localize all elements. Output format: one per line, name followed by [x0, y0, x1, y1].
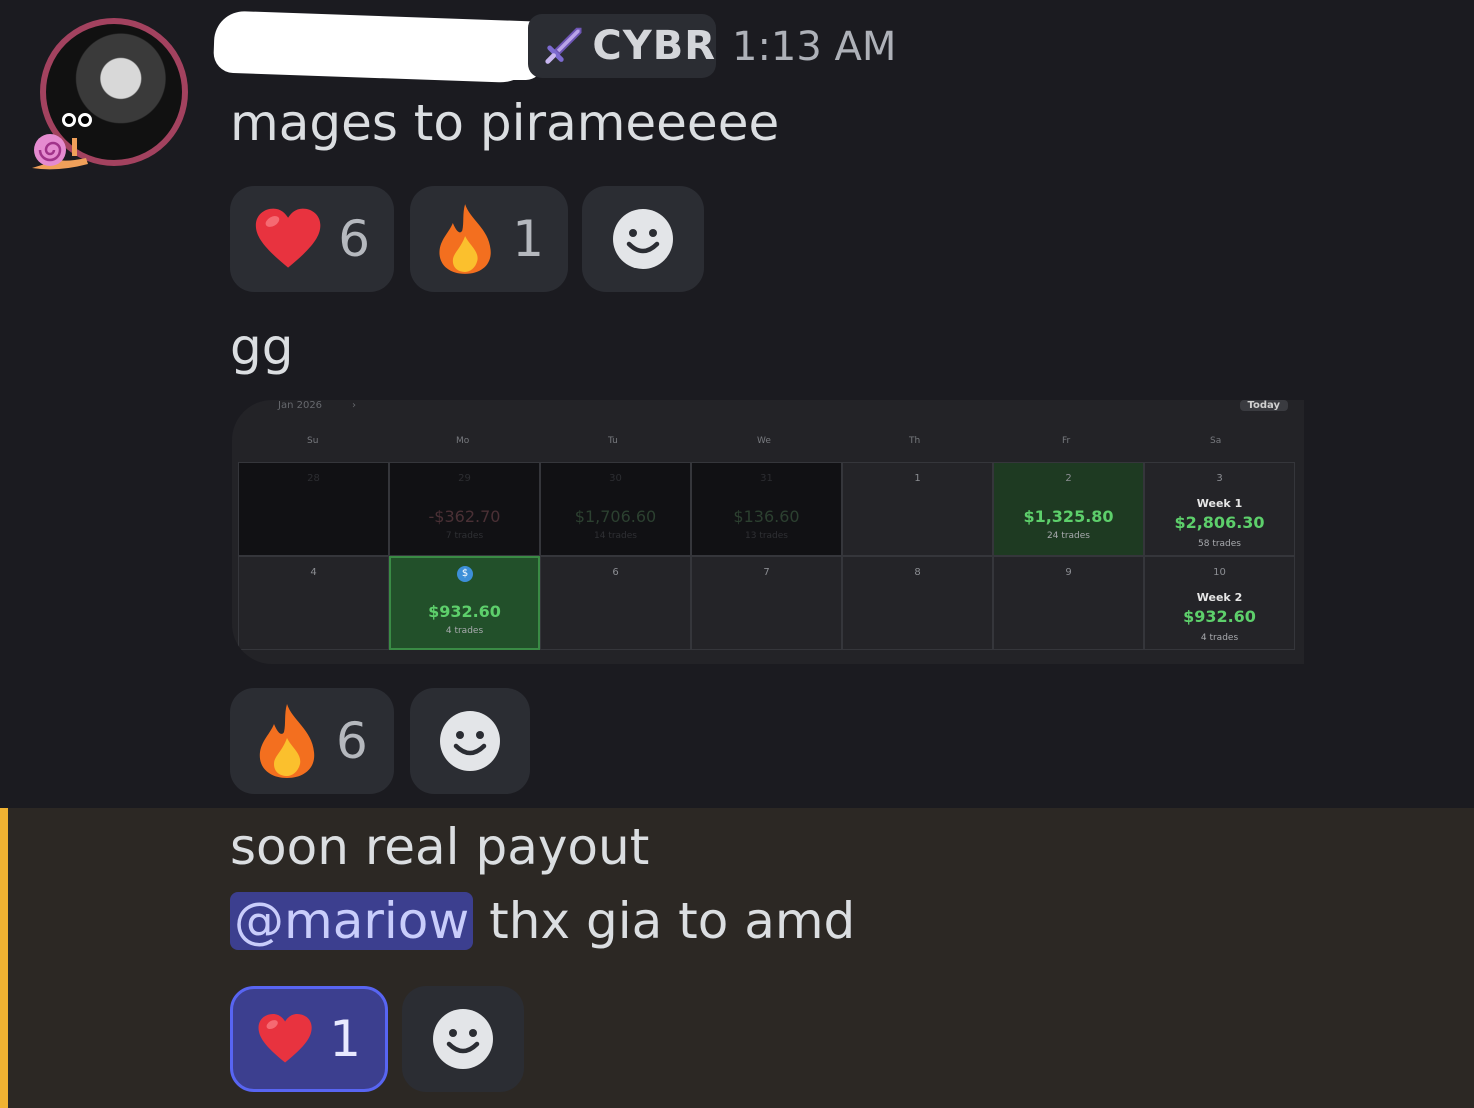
day-number: 30: [609, 473, 622, 484]
calendar-day-cell: 2 $1,325.80 24 trades: [993, 462, 1144, 556]
snail-decoration-icon: [32, 134, 88, 170]
day-of-week: Th: [909, 436, 921, 446]
reaction-heart[interactable]: 6: [230, 186, 394, 292]
day-number: 10: [1213, 567, 1226, 578]
calendar-day-cell: 6: [540, 556, 691, 650]
calendar-day-cell: 9: [993, 556, 1144, 650]
add-reaction-button[interactable]: [582, 186, 704, 292]
calendar-day-cell: 4: [238, 556, 389, 650]
smiley-add-reaction-icon: [433, 1009, 493, 1069]
day-number: 3: [1216, 473, 1223, 484]
smiley-add-reaction-icon: [613, 209, 673, 269]
message-timestamp: 1:13 AM: [732, 24, 897, 70]
day-number: 31: [760, 473, 773, 484]
day-of-week: Mo: [456, 436, 470, 446]
week-label: Week 2: [1196, 591, 1243, 604]
day-of-week: Sa: [1210, 436, 1222, 446]
heart-icon: [255, 208, 321, 268]
calendar-week-summary: 10 Week 2 $932.60 4 trades: [1144, 556, 1295, 650]
week-trades: 4 trades: [1200, 633, 1239, 643]
calendar-day-cell: 29 -$362.70 7 trades: [389, 462, 540, 556]
reaction-count: 6: [336, 712, 368, 770]
add-reaction-button[interactable]: [402, 986, 524, 1092]
day-number: 6: [612, 567, 619, 578]
reaction-fire[interactable]: 6: [230, 688, 394, 794]
reaction-fire[interactable]: 1: [410, 186, 568, 292]
role-tag-label: CYBR: [592, 23, 716, 69]
day-trades: 7 trades: [445, 531, 484, 541]
calendar-week-summary: 3 Week 1 $2,806.30 58 trades: [1144, 462, 1295, 556]
day-trades: 14 trades: [594, 531, 637, 541]
calendar-day-cell: 7: [691, 556, 842, 650]
week-label: Week 1: [1196, 497, 1243, 510]
calendar-header: Jan 2026 › Today Su Mo Tu We Th Fr Sa: [232, 400, 1304, 460]
calendar-day-cell: 28: [238, 462, 389, 556]
mention-highlight-row: [0, 808, 1474, 1108]
calendar-today-button: Today: [1239, 400, 1288, 411]
calendar-day-cell: 31 $136.60 13 trades: [691, 462, 842, 556]
calendar-day-cell: 30 $1,706.60 14 trades: [540, 462, 691, 556]
reaction-count: 1: [329, 1010, 361, 1068]
fire-icon: [439, 204, 491, 274]
day-pnl: $932.60: [428, 602, 501, 621]
day-number: 2: [1065, 473, 1072, 484]
reaction-count: 6: [338, 210, 370, 268]
calendar-grid: 28 29 -$362.70 7 trades 30 $1,706.60 14 …: [238, 462, 1295, 650]
fire-icon: [259, 704, 315, 778]
message-text: mages to pirameeeee: [230, 94, 780, 152]
reaction-heart-active[interactable]: 1: [230, 986, 388, 1092]
message-text: soon real payout: [230, 818, 650, 876]
week-pnl: $2,806.30: [1174, 513, 1265, 532]
day-number: 29: [458, 473, 471, 484]
reaction-count: 1: [512, 210, 544, 268]
day-trades: 4 trades: [445, 626, 484, 636]
week-pnl: $932.60: [1183, 607, 1256, 626]
googly-eyes-icon: [62, 112, 96, 128]
attached-image-pnl-calendar[interactable]: Jan 2026 › Today Su Mo Tu We Th Fr Sa 28…: [232, 400, 1304, 664]
role-tag[interactable]: CYBR: [528, 14, 716, 78]
calendar-month: Jan 2026: [278, 400, 323, 411]
day-trades: 24 trades: [1047, 531, 1090, 541]
message-text: gg: [230, 318, 294, 376]
day-pnl: -$362.70: [428, 507, 501, 526]
user-mention[interactable]: @mariow: [230, 892, 474, 950]
day-number: 4: [310, 567, 317, 578]
message-with-mention: @mariow thx gia to amd: [230, 892, 855, 950]
day-number: 28: [307, 473, 320, 484]
heart-icon: [258, 1013, 312, 1063]
smiley-add-reaction-icon: [440, 711, 500, 771]
calendar-day-cell: 1: [842, 462, 993, 556]
add-reaction-button[interactable]: [410, 688, 530, 794]
calendar-day-cell-selected: $ 5 $932.60 4 trades: [389, 556, 540, 650]
day-of-week: Fr: [1062, 436, 1071, 446]
day-of-week: Tu: [608, 436, 618, 446]
day-of-week: We: [757, 436, 771, 446]
week-trades: 58 trades: [1198, 539, 1241, 549]
day-of-week: Su: [307, 436, 319, 446]
day-number: 8: [914, 567, 921, 578]
day-pnl: $1,706.60: [574, 507, 657, 526]
calendar-day-cell: 8: [842, 556, 993, 650]
calendar-next-arrow: ›: [352, 400, 356, 411]
day-number: 9: [1065, 567, 1072, 578]
dollar-badge-icon: $: [457, 566, 473, 582]
day-pnl: $1,325.80: [1023, 507, 1114, 526]
message-text: thx gia to amd: [473, 892, 856, 950]
day-trades: 13 trades: [745, 531, 788, 541]
day-number: 7: [763, 567, 770, 578]
sword-icon: [545, 27, 582, 64]
day-number: 1: [914, 473, 921, 484]
day-pnl: $136.60: [733, 507, 800, 526]
